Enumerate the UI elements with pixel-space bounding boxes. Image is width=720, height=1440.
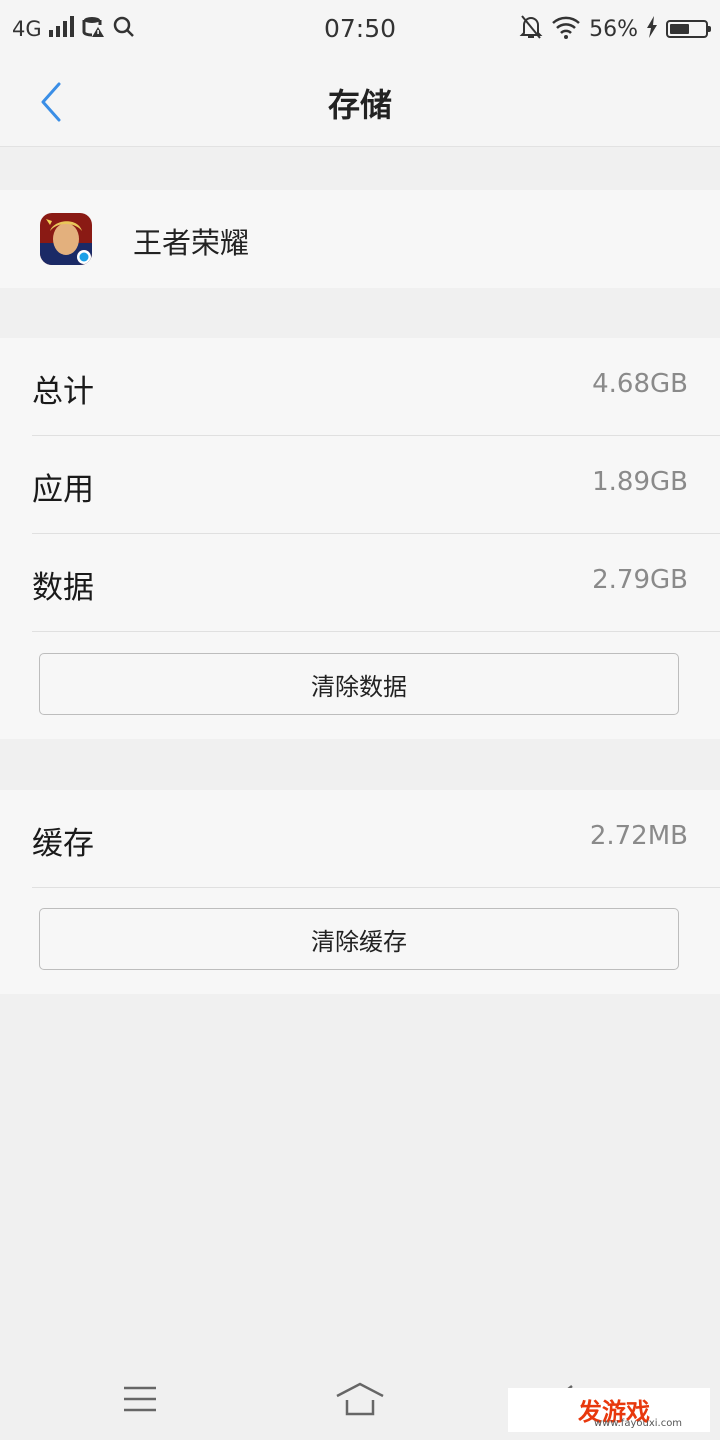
row-value: 2.79GB <box>592 565 688 595</box>
clear-data-button[interactable]: 清除数据 <box>39 653 679 715</box>
row-label: 总计 <box>32 374 94 410</box>
storage-row-data: 数据 2.79GB <box>32 534 720 632</box>
row-label: 数据 <box>32 570 94 606</box>
menu-icon <box>124 1386 156 1412</box>
home-button[interactable] <box>330 1374 390 1424</box>
row-value: 1.89GB <box>592 467 688 497</box>
row-value: 4.68GB <box>592 369 688 399</box>
battery-icon <box>666 20 711 38</box>
app-info-row: 王者荣耀 <box>0 190 720 288</box>
storage-section: 总计 4.68GB 应用 1.89GB 数据 2.79GB 清除数据 <box>0 338 720 739</box>
app-name: 王者荣耀 <box>133 226 250 260</box>
app-icon <box>40 213 92 265</box>
row-label: 应用 <box>32 472 94 508</box>
storage-row-total: 总计 4.68GB <box>32 338 720 436</box>
status-right: 56% <box>519 14 711 44</box>
charging-icon <box>646 16 658 42</box>
clear-cache-button[interactable]: 清除缓存 <box>39 908 679 970</box>
watermark-url: www.fayouxi.com <box>594 1418 683 1429</box>
storage-row-app: 应用 1.89GB <box>32 436 720 534</box>
cache-section: 缓存 2.72MB 清除缓存 <box>0 790 720 994</box>
chevron-left-icon <box>41 82 61 122</box>
status-bar: 4G 07:50 56% <box>0 0 720 58</box>
battery-percent: 56% <box>589 16 638 42</box>
row-value: 2.72MB <box>589 821 688 851</box>
mute-bell-icon <box>519 14 543 44</box>
watermark: 发游戏 www.fayouxi.com <box>508 1388 710 1432</box>
home-icon <box>336 1382 384 1416</box>
row-label: 缓存 <box>32 826 94 862</box>
wifi-icon <box>551 15 581 43</box>
battery-level <box>670 24 689 34</box>
cache-row: 缓存 2.72MB <box>32 790 720 888</box>
menu-button[interactable] <box>110 1374 170 1424</box>
header: 存储 <box>0 58 720 147</box>
page-title: 存储 <box>327 86 392 124</box>
back-button[interactable] <box>26 76 76 128</box>
